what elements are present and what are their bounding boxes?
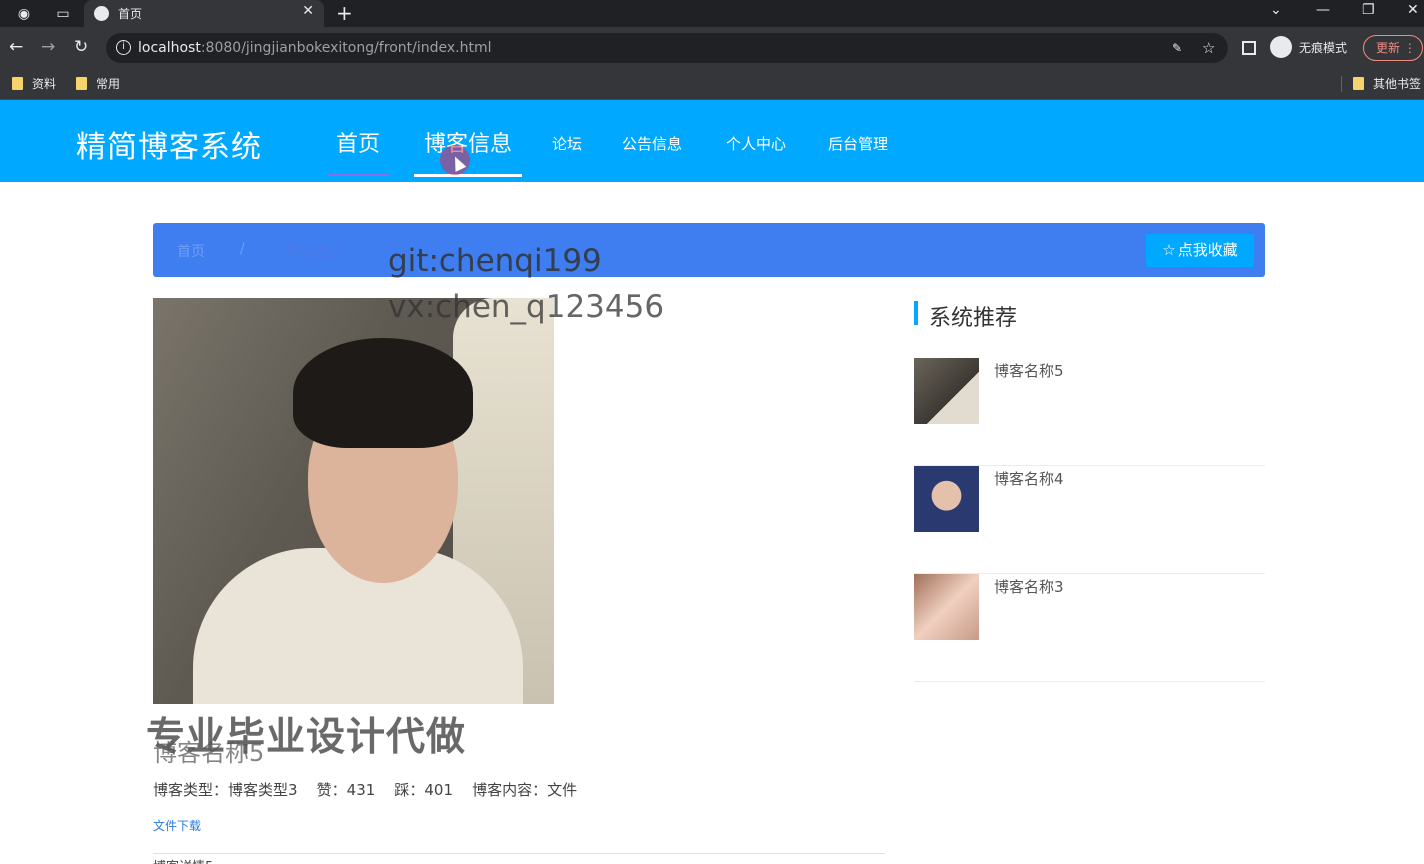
tab-search-icon[interactable]: ▭ <box>53 4 73 24</box>
favorite-button[interactable]: ☆ 点我收藏 <box>1146 234 1254 267</box>
forward-icon[interactable]: → <box>41 37 55 57</box>
blog-cover-image <box>153 298 554 704</box>
recommend-name[interactable]: 博客名称5 <box>994 360 1064 381</box>
folder-icon <box>1353 77 1364 90</box>
blocked-popup-icon[interactable]: ✎ <box>1172 41 1182 55</box>
recommend-item[interactable]: 博客名称5 <box>914 358 1265 466</box>
folder-icon <box>76 77 87 90</box>
like-value: 431 <box>346 781 376 799</box>
tab-title: 首页 <box>118 7 143 21</box>
browser-menu-icon[interactable]: ◉ <box>14 4 34 24</box>
recommend-thumbnail[interactable] <box>914 466 979 532</box>
bookmark-label: 资料 <box>32 77 57 91</box>
bookmark-folder-ziliao[interactable]: 资料 <box>12 75 56 92</box>
watermark-git: git:chenqi199 <box>388 243 602 279</box>
recommend-item[interactable]: 博客名称3 <box>914 574 1265 682</box>
breadcrumb-home[interactable]: 首页 <box>177 241 205 261</box>
new-tab-icon[interactable]: + <box>336 1 353 25</box>
update-button[interactable]: 更新 ⋮ <box>1363 35 1423 61</box>
recommend-item[interactable]: 博客名称4 <box>914 466 1265 574</box>
info-icon[interactable]: i <box>116 40 131 55</box>
blog-meta: 博客类型：博客类型3 赞：431 踩：401 博客内容：文件 <box>153 779 577 800</box>
watermark-ad: 专业毕业设计代做 <box>146 715 467 760</box>
file-download-link[interactable]: 文件下载 <box>153 817 201 834</box>
favorite-label: 点我收藏 <box>1177 241 1238 259</box>
recommend-thumbnail[interactable] <box>914 574 979 640</box>
browser-tab[interactable]: 首页 ✕ <box>84 0 324 27</box>
browser-tab-bar: ◉ ▭ 首页 ✕ + ⌄ — ❐ ✕ <box>0 0 1424 27</box>
nav-home[interactable]: 首页 <box>336 126 380 158</box>
window-close-icon[interactable]: ✕ <box>1407 2 1419 18</box>
close-icon[interactable]: ✕ <box>302 3 314 19</box>
dislike-label: 踩： <box>394 781 425 799</box>
content-divider <box>153 853 885 854</box>
recommend-name[interactable]: 博客名称4 <box>994 468 1064 489</box>
breadcrumb-current: 博客信息 <box>286 244 342 260</box>
star-icon[interactable]: ☆ <box>1202 39 1215 57</box>
breadcrumb-separator: / <box>240 241 245 257</box>
bookmark-label: 常用 <box>96 77 121 91</box>
incognito-icon <box>1270 36 1292 58</box>
update-label: 更新 <box>1376 41 1401 55</box>
recommend-name[interactable]: 博客名称3 <box>994 576 1064 597</box>
globe-icon <box>94 6 109 21</box>
back-icon[interactable]: ← <box>9 37 23 57</box>
photo-hair-shape <box>293 338 473 448</box>
recommend-title: 系统推荐 <box>929 306 1018 331</box>
blog-detail-text: 博客详情5 <box>153 856 213 864</box>
address-bar[interactable]: i localhost:8080/jingjianbokexitong/fron… <box>106 33 1228 63</box>
nav-active-underline <box>414 174 522 177</box>
content-label: 博客内容： <box>472 781 548 799</box>
breadcrumb: 首页 / 博客信息 ☆ 点我收藏 <box>153 223 1265 277</box>
bookmark-label: 其他书签 <box>1373 77 1422 91</box>
site-header: 精简博客系统 首页 博客信息 论坛 公告信息 个人中心 后台管理 <box>0 100 1424 182</box>
nav-home-underline <box>328 174 390 176</box>
bookmarks-bar: 资料 常用 其他书签 <box>0 68 1424 100</box>
like-label: 赞： <box>316 781 347 799</box>
site-logo[interactable]: 精简博客系统 <box>76 122 262 166</box>
nav-forum[interactable]: 论坛 <box>552 133 582 154</box>
recommend-accent-bar <box>914 301 918 325</box>
folder-icon <box>12 77 23 90</box>
reload-icon[interactable]: ↻ <box>74 37 88 57</box>
nav-personal-center[interactable]: 个人中心 <box>726 133 786 154</box>
nav-notice[interactable]: 公告信息 <box>622 133 682 154</box>
content-value: 文件 <box>547 781 578 799</box>
nav-admin[interactable]: 后台管理 <box>828 133 888 154</box>
side-panel-icon[interactable] <box>1242 41 1256 55</box>
url-text[interactable]: localhost:8080/jingjianbokexitong/front/… <box>138 40 491 56</box>
type-label: 博客类型： <box>153 781 229 799</box>
bookmark-divider <box>1341 76 1342 92</box>
bookmark-folder-changyong[interactable]: 常用 <box>76 75 120 92</box>
address-toolbar: ← → ↻ i localhost:8080/jingjianbokexiton… <box>0 27 1424 68</box>
type-value: 博客类型3 <box>228 781 298 799</box>
minimize-icon[interactable]: — <box>1316 2 1330 18</box>
dislike-value: 401 <box>424 781 454 799</box>
bookmark-folder-other[interactable]: 其他书签 <box>1353 75 1421 92</box>
profile-label: 无痕模式 <box>1299 41 1348 55</box>
recommend-thumbnail[interactable] <box>914 358 979 424</box>
chevron-down-icon[interactable]: ⌄ <box>1270 2 1282 18</box>
star-icon: ☆ <box>1162 241 1176 259</box>
restore-icon[interactable]: ❐ <box>1362 2 1375 18</box>
watermark-vx: vx:chen_q123456 <box>388 289 665 325</box>
